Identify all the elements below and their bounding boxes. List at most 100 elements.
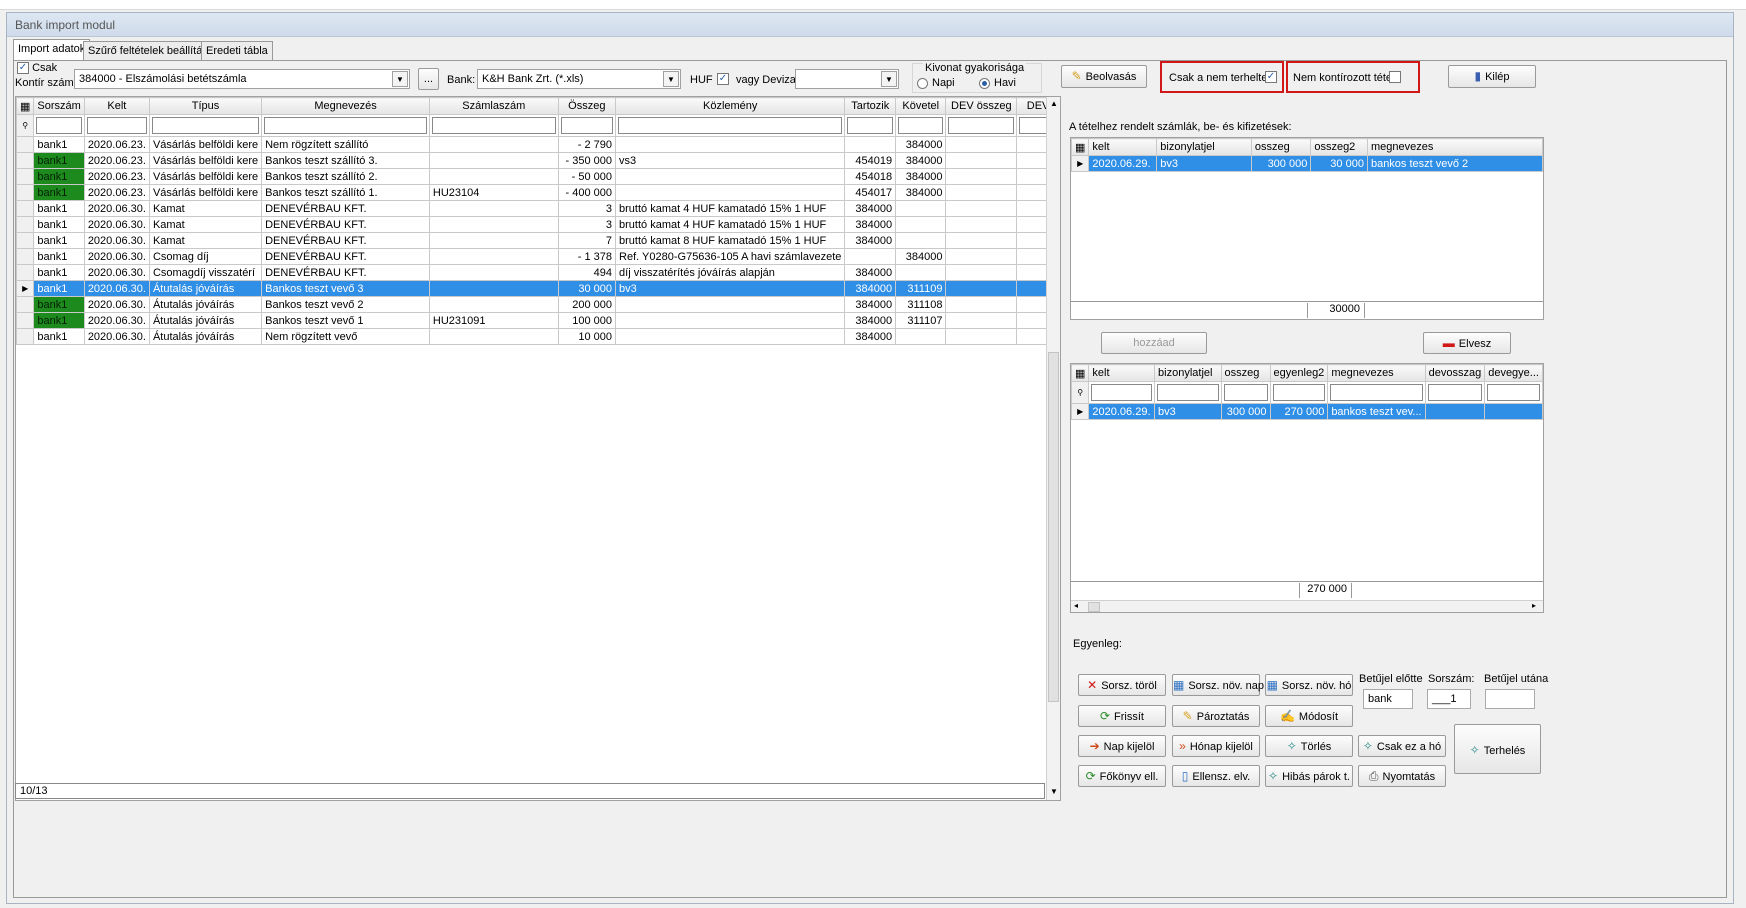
col-kovetel[interactable]: Követel <box>895 97 947 115</box>
col-osszeg[interactable]: osszeg <box>1250 138 1312 156</box>
filter-input[interactable] <box>86 117 147 134</box>
col-bizonylatjel[interactable]: bizonylatjel <box>1156 138 1252 156</box>
table-row[interactable]: bank1 2020.06.23. Vásárlás belföldi kere Ne… <box>16 136 1060 153</box>
col-szamlaszam[interactable]: Számlaszám <box>428 97 559 115</box>
row-pointer-icon[interactable]: ▶ <box>16 280 35 297</box>
filter-input[interactable] <box>151 117 260 134</box>
torles-button[interactable]: ✧ Törlés <box>1265 735 1353 757</box>
col-tartozik[interactable]: Tartozik <box>844 97 897 115</box>
scroll-thumb[interactable] <box>1088 602 1100 612</box>
sorszam-input[interactable]: ___1 <box>1427 689 1471 709</box>
table-row[interactable]: ▶ 2020.06.29. bv3 300 000 270 000 bankos… <box>1071 403 1543 420</box>
filter-input[interactable] <box>560 117 614 134</box>
betujel-elotte-input[interactable]: bank <box>1363 689 1413 709</box>
filter-input[interactable] <box>1091 384 1153 401</box>
napi-radio[interactable] <box>917 78 928 89</box>
row-indicator[interactable] <box>16 216 35 233</box>
beolvasas-button[interactable]: ✎ Beolvasás <box>1061 65 1147 88</box>
scroll-up-icon[interactable]: ▲ <box>1050 99 1058 108</box>
table-row[interactable]: bank1 2020.06.30. Csomagdíj visszatérí DENE… <box>16 264 1060 281</box>
table-row[interactable]: bank1 2020.06.30. Kamat DENEVÉRBAU KFT. 3 bru… <box>16 216 1060 233</box>
hozzaad-button[interactable]: hozzáad <box>1101 332 1207 354</box>
modosit-button[interactable]: ✍ Módosít <box>1265 705 1353 727</box>
col-devegyenleg[interactable]: devegye... <box>1484 364 1543 382</box>
table-row[interactable]: ▶ bank1 2020.06.30. Átutalás jóváírás Bankos… <box>16 280 1060 297</box>
row-indicator[interactable] <box>16 184 35 201</box>
kontir-browse-button[interactable]: ... <box>418 68 439 90</box>
csak-ez-a-ho-button[interactable]: ✧ Csak ez a hó <box>1358 735 1446 757</box>
col-kelt[interactable]: kelt <box>1088 364 1156 382</box>
col-kozlemeny[interactable]: Közlemény <box>615 97 846 115</box>
filter-input[interactable] <box>898 117 944 134</box>
col-osszeg[interactable]: Összeg <box>557 97 617 115</box>
deviza-select[interactable]: ▼ <box>795 69 899 89</box>
table-row[interactable]: bank1 2020.06.23. Vásárlás belföldi kere Ba… <box>16 168 1060 185</box>
scroll-thumb[interactable] <box>1048 352 1059 702</box>
row-indicator[interactable] <box>16 296 35 313</box>
sorsz-nov-ho-button[interactable]: ▦ Sorsz. növ. hó <box>1265 674 1353 696</box>
col-kelt[interactable]: Kelt <box>83 97 150 115</box>
col-dev-osszeg[interactable]: DEV összeg <box>945 97 1018 115</box>
filter-input[interactable] <box>948 117 1015 134</box>
col-osszeg2[interactable]: osszeg2 <box>1310 138 1368 156</box>
col-megnevezes[interactable]: megnevezes <box>1327 364 1426 382</box>
table-row[interactable]: bank1 2020.06.30. Kamat DENEVÉRBAU KFT. 3 bru… <box>16 200 1060 217</box>
scroll-left-icon[interactable]: ◂ <box>1074 601 1078 610</box>
sorsz-torol-button[interactable]: ✕ Sorsz. töröl <box>1078 674 1166 696</box>
table-row[interactable]: bank1 2020.06.23. Vásárlás belföldi kere Ba… <box>16 184 1060 201</box>
bank-select[interactable]: K&H Bank Zrt. (*.xls) ▼ <box>477 69 681 89</box>
balance-horizontal-scrollbar[interactable]: ◂ ▸ <box>1071 600 1543 612</box>
col-egyenleg2[interactable]: egyenleg2 <box>1269 364 1329 382</box>
table-row[interactable]: bank1 2020.06.30. Átutalás jóváírás Bankos … <box>16 296 1060 313</box>
filter-input[interactable] <box>431 117 556 134</box>
col-kelt[interactable]: kelt <box>1088 138 1158 156</box>
row-indicator[interactable] <box>16 232 35 249</box>
filter-input[interactable] <box>36 117 82 134</box>
row-indicator[interactable] <box>16 168 35 185</box>
filter-input[interactable] <box>1330 384 1423 401</box>
ellensz-elv-button[interactable]: ▯ Ellensz. elv. <box>1172 765 1260 787</box>
tab-eredeti-tabla[interactable]: Eredeti tábla <box>201 41 273 61</box>
nyomtatas-button[interactable]: ⎙ Nyomtatás <box>1358 765 1446 787</box>
sorsz-nov-nap-button[interactable]: ▦ Sorsz. növ. nap <box>1172 674 1264 696</box>
filter-input[interactable] <box>1487 384 1540 401</box>
filter-input[interactable] <box>1272 384 1326 401</box>
row-indicator[interactable] <box>16 248 35 265</box>
csak-nem-terheltek-checkbox[interactable]: ✓ <box>1265 71 1277 83</box>
row-indicator[interactable] <box>16 312 35 329</box>
row-indicator[interactable] <box>16 152 35 169</box>
col-tipus[interactable]: Típus <box>148 97 263 115</box>
filter-input[interactable] <box>1223 384 1268 401</box>
row-indicator[interactable] <box>16 136 35 153</box>
fokonyv-ell-button[interactable]: ⟳ Főkönyv ell. <box>1078 765 1166 787</box>
column-chooser-icon[interactable]: ▦ <box>1071 138 1090 156</box>
col-bizonylatjel[interactable]: bizonylatjel <box>1154 364 1222 382</box>
kontir-select[interactable]: 384000 - Elszámolási betétszámla ▼ <box>74 69 410 89</box>
col-megnevezes[interactable]: Megnevezés <box>261 97 430 115</box>
table-row[interactable]: bank1 2020.06.30. Átutalás jóváírás Nem rög… <box>16 328 1060 345</box>
havi-radio[interactable] <box>979 78 990 89</box>
filter-input[interactable] <box>1157 384 1219 401</box>
table-row[interactable]: bank1 2020.06.23. Vásárlás belföldi kere Ba… <box>16 152 1060 169</box>
filter-input[interactable] <box>1427 384 1483 401</box>
col-osszeg[interactable]: osszeg <box>1220 364 1271 382</box>
row-indicator[interactable] <box>16 200 35 217</box>
filter-input[interactable] <box>264 117 427 134</box>
terheles-button[interactable]: ✧ Terhelés <box>1454 724 1541 774</box>
honap-kijelol-button[interactable]: » Hónap kijelöl <box>1172 735 1260 757</box>
col-devosszag[interactable]: devosszag <box>1424 364 1486 382</box>
csak-checkbox[interactable]: ✓ <box>17 62 29 75</box>
row-indicator[interactable] <box>16 328 35 345</box>
col-megnevezes[interactable]: megnevezes <box>1366 138 1543 156</box>
huf-checkbox[interactable]: ✓ <box>717 73 729 85</box>
betujel-utana-input[interactable] <box>1485 689 1535 709</box>
table-row[interactable]: bank1 2020.06.30. Átutalás jóváírás Bankos … <box>16 312 1060 329</box>
nem-kontirozott-checkbox[interactable] <box>1389 71 1401 83</box>
tab-szuro-feltetelek[interactable]: Szűrő feltételek beállítása <box>83 41 219 61</box>
tab-import-adatok[interactable]: Import adatok <box>13 39 91 61</box>
nap-kijelol-button[interactable]: ➔ Nap kijelöl <box>1078 735 1166 757</box>
hibas-parok-button[interactable]: ✧ Hibás párok t. <box>1265 765 1353 787</box>
column-chooser-icon[interactable]: ▦ <box>16 97 35 115</box>
kilep-button[interactable]: ▮ Kilép <box>1448 65 1536 88</box>
elvesz-button[interactable]: ▬ Elvesz <box>1423 332 1511 354</box>
